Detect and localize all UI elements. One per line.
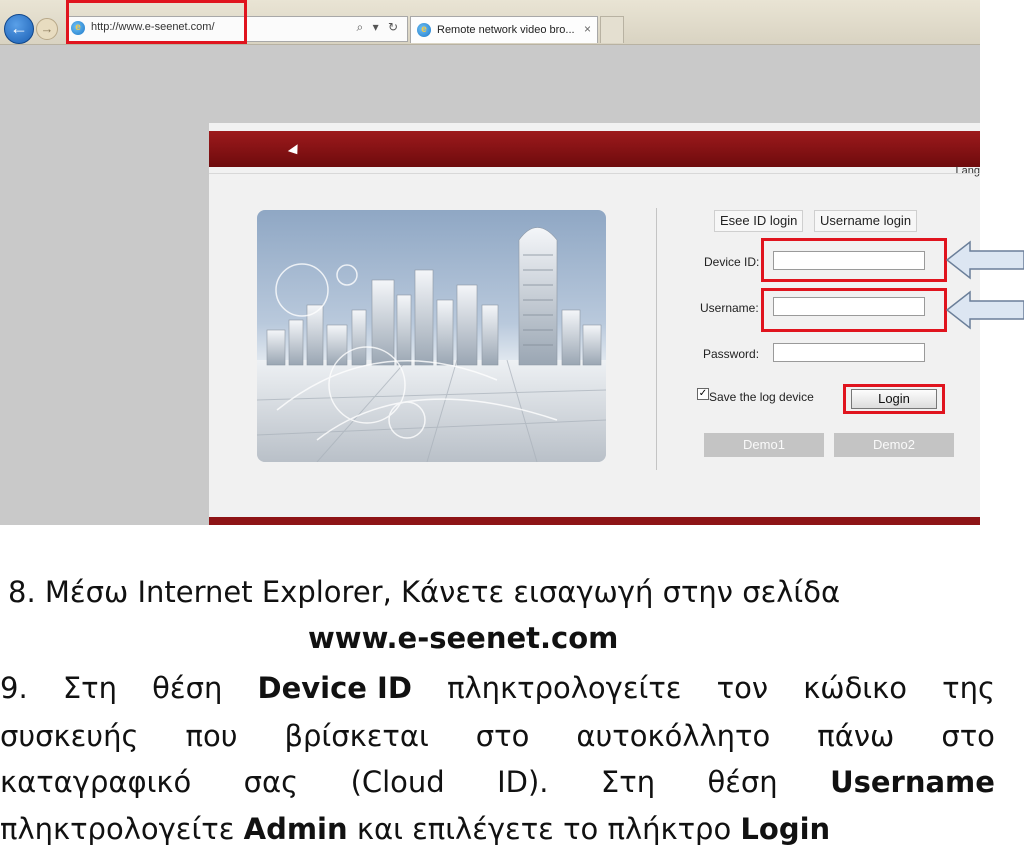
close-icon[interactable]: ×: [584, 22, 591, 36]
language-selector[interactable]: Lang: [956, 165, 980, 177]
back-arrow-icon[interactable]: ←: [4, 14, 34, 44]
save-device-label: Save the log device: [709, 390, 814, 404]
word: θέση: [152, 671, 223, 705]
word: τον: [716, 671, 769, 705]
username-highlight-box: [761, 288, 947, 332]
word-bold: Device ID: [257, 671, 412, 705]
word: κώδικο: [803, 671, 907, 705]
address-tools-icons[interactable]: ⌕ ▾ ↻: [357, 20, 401, 35]
word: στο: [941, 719, 995, 753]
login-highlight-box: [843, 384, 945, 414]
word: Στη: [62, 671, 117, 705]
word: βρίσκεται: [284, 719, 429, 753]
text: και επιλέγετε το πλήκτρο: [347, 812, 741, 846]
pointer-arrow-icon: [946, 240, 1024, 280]
text-bold: Login: [740, 812, 831, 846]
word: καταγραφικό: [0, 765, 192, 799]
step9-line-4: πληκτρολογείτε Admin και επιλέγετε το πλ…: [0, 806, 995, 852]
tab-ie-logo-icon: e: [417, 23, 431, 37]
word: ID).: [497, 765, 549, 799]
password-field[interactable]: [773, 343, 925, 362]
page-header-bar: [209, 131, 980, 167]
save-device-checkbox[interactable]: ✓: [697, 388, 709, 400]
password-label: Password:: [703, 347, 760, 361]
step9-line-2: συσκευής που βρίσκεται στο αυτοκόλλητο π…: [0, 713, 995, 759]
tab-esee-id-login[interactable]: Esee ID login: [714, 210, 804, 232]
browser-screenshot: ← → e http://www.e-seenet.com/ ⌕ ▾ ↻ e R…: [0, 0, 980, 525]
word: (Cloud: [350, 765, 445, 799]
device-id-highlight-box: [761, 238, 947, 282]
word: πληκτρολογείτε: [447, 671, 682, 705]
demo2-button[interactable]: Demo2: [834, 433, 954, 457]
word: της: [942, 671, 995, 705]
demo1-button[interactable]: Demo1: [704, 433, 824, 457]
vertical-divider: [656, 208, 657, 470]
username-label: Username:: [700, 301, 759, 315]
text-bold: Admin: [243, 812, 348, 846]
step9-line-3: καταγραφικό σας (Cloud ID). Στη θέση Use…: [0, 759, 995, 805]
device-id-label: Device ID:: [704, 255, 760, 269]
hero-city-image: [257, 210, 606, 462]
address-highlight-box: [66, 0, 247, 44]
word: που: [185, 719, 238, 753]
word: πάνω: [817, 719, 895, 753]
tab-username-login[interactable]: Username login: [814, 210, 918, 232]
word: 9.: [0, 671, 28, 705]
word: συσκευής: [0, 719, 139, 753]
word-bold: Username: [830, 765, 995, 799]
header-divider: [209, 173, 980, 174]
step9-line-1: 9. Στη θέση Device ID πληκτρολογείτε τον…: [0, 665, 995, 711]
pointer-arrow-icon: [946, 290, 1024, 330]
tab-title: Remote network video bro...: [437, 24, 575, 36]
word: θέση: [707, 765, 778, 799]
browser-tab[interactable]: e Remote network video bro... ×: [410, 16, 598, 43]
word: αυτοκόλλητο: [576, 719, 771, 753]
new-tab-button[interactable]: [600, 16, 624, 43]
word: σας: [243, 765, 299, 799]
step8-text: 8. Μέσω Internet Explorer, Κάνετε εισαγω…: [8, 575, 841, 609]
city-illustration: [257, 227, 606, 462]
word: Στη: [600, 765, 656, 799]
text: πληκτρολογείτε: [0, 812, 244, 846]
word: στο: [475, 719, 530, 753]
page-footer-bar: [209, 517, 980, 525]
forward-arrow-icon[interactable]: →: [36, 18, 58, 40]
step8-url: www.e-seenet.com: [308, 621, 619, 655]
